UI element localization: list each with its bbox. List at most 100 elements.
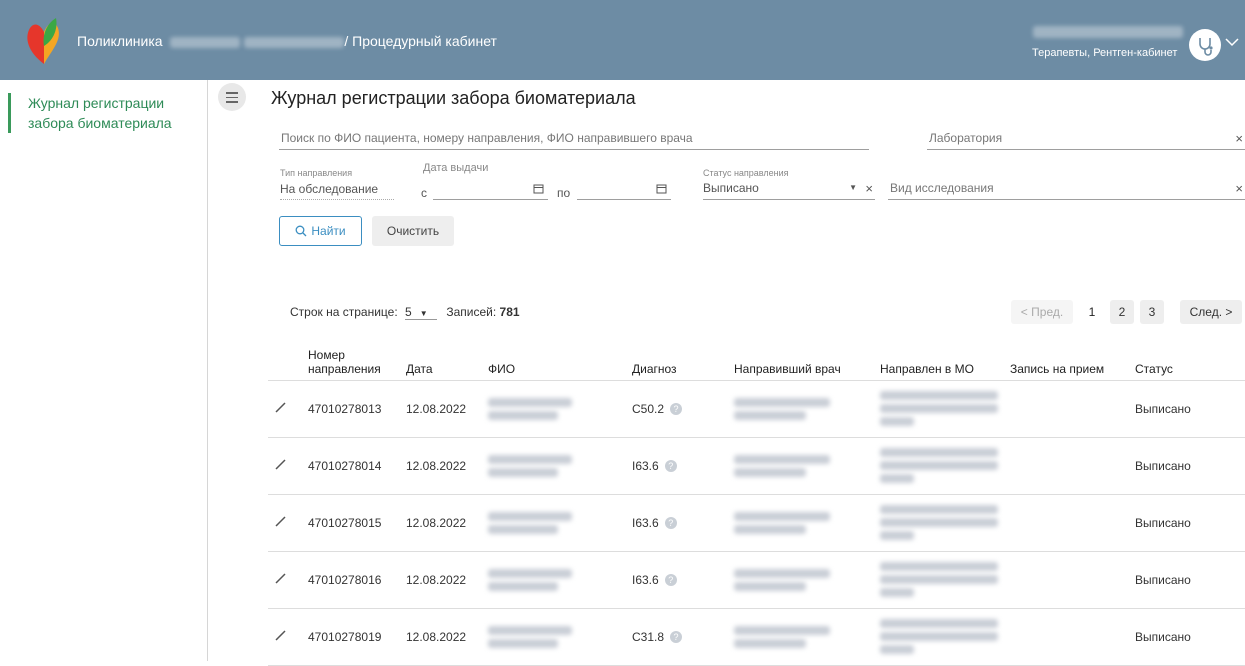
mo-cell-blurred — [874, 608, 1004, 666]
date-cell: 12.08.2022 — [400, 380, 482, 438]
pencil-icon[interactable] — [274, 628, 288, 642]
pencil-icon[interactable] — [274, 457, 288, 471]
status-select[interactable]: Выписано ▼ × — [703, 180, 875, 200]
help-icon[interactable]: ? — [670, 631, 683, 644]
date-to-label: по — [557, 186, 571, 200]
user-role: Терапевты, Рентген-кабинет — [1032, 47, 1178, 59]
status-cell: Выписано — [1129, 551, 1245, 609]
table-row[interactable]: 47010278016 12.08.2022 I63.6? Выписано — [268, 551, 1245, 609]
search-placeholder: Поиск по ФИО пациента, номеру направлени… — [281, 131, 693, 145]
rows-per-page-label: Строк на странице: — [290, 305, 398, 319]
column-appointment[interactable]: Запись на прием — [1004, 338, 1129, 381]
laboratory-field[interactable]: Лаборатория × — [927, 126, 1245, 150]
appointment-cell — [1004, 608, 1129, 666]
fio-cell-blurred — [482, 437, 626, 495]
direction-type-select[interactable]: На обследование — [280, 182, 394, 200]
help-icon[interactable]: ? — [670, 403, 683, 416]
column-status[interactable]: Статус — [1129, 338, 1245, 381]
pencil-icon[interactable] — [274, 400, 288, 414]
prev-page-button[interactable]: < Пред. — [1011, 300, 1073, 324]
appointment-cell — [1004, 494, 1129, 552]
edit-cell — [268, 551, 302, 609]
pencil-icon[interactable] — [274, 514, 288, 528]
column-date[interactable]: Дата — [400, 338, 482, 381]
appointment-cell — [1004, 551, 1129, 609]
fio-cell-blurred — [482, 551, 626, 609]
page-1-button[interactable]: 1 — [1080, 300, 1104, 324]
next-page-button[interactable]: След. > — [1180, 300, 1242, 324]
clear-status-icon[interactable]: × — [865, 181, 873, 196]
diagnosis-cell: I63.6? — [626, 551, 728, 609]
calendar-icon[interactable] — [533, 183, 544, 194]
edit-column-header — [268, 338, 302, 381]
column-number[interactable]: Номер направления — [302, 338, 400, 381]
column-doctor[interactable]: Направивший врач — [728, 338, 874, 381]
pencil-icon[interactable] — [274, 571, 288, 585]
table-row[interactable]: 47010278019 12.08.2022 C31.8? Выписано — [268, 608, 1245, 666]
direction-type-label: Тип направления — [280, 168, 353, 178]
sidebar-item-biomaterial-journal[interactable]: Журнал регистрации забора биоматериала — [8, 93, 198, 133]
diagnosis-code: C31.8 — [632, 629, 665, 644]
find-button-label: Найти — [311, 224, 346, 238]
column-fio[interactable]: ФИО — [482, 338, 626, 381]
header-title-prefix: Поликлиника — [77, 33, 163, 49]
number-cell: 47010278016 — [302, 551, 400, 609]
edit-cell — [268, 494, 302, 552]
status-cell: Выписано — [1129, 437, 1245, 495]
mo-cell-blurred — [874, 494, 1004, 552]
clear-button[interactable]: Очистить — [372, 216, 454, 246]
date-from-label: с — [421, 186, 427, 200]
rows-info: Строк на странице: 5 ▼ Записей: 781 — [290, 305, 520, 320]
menu-toggle-button[interactable] — [218, 83, 246, 111]
table-row[interactable]: 47010278014 12.08.2022 I63.6? Выписано — [268, 437, 1245, 495]
status-cell: Выписано — [1129, 380, 1245, 438]
doctor-cell-blurred — [728, 494, 874, 552]
date-from-input[interactable] — [433, 180, 548, 200]
app-logo — [27, 18, 59, 64]
records-count: 781 — [499, 305, 520, 319]
table-body: 47010278013 12.08.2022 C50.2? Выписано 47010… — [268, 380, 1245, 666]
diagnosis-cell: I63.6? — [626, 494, 728, 552]
find-button[interactable]: Найти — [279, 216, 362, 246]
study-type-field[interactable]: Вид исследования × — [888, 176, 1245, 200]
chevron-down-icon[interactable] — [1224, 34, 1240, 50]
dropdown-arrow-icon[interactable]: ▼ — [849, 183, 857, 192]
clear-laboratory-icon[interactable]: × — [1235, 131, 1243, 146]
appointment-cell — [1004, 380, 1129, 438]
calendar-icon[interactable] — [656, 183, 667, 194]
edit-cell — [268, 437, 302, 495]
rows-per-page-select[interactable]: 5 ▼ — [405, 305, 437, 320]
edit-cell — [268, 608, 302, 666]
status-value: Выписано — [703, 181, 759, 195]
clear-study-type-icon[interactable]: × — [1235, 181, 1243, 196]
help-icon[interactable]: ? — [664, 574, 677, 587]
date-to-input[interactable] — [577, 180, 671, 200]
study-type-placeholder: Вид исследования — [890, 181, 994, 195]
fio-cell-blurred — [482, 608, 626, 666]
date-cell: 12.08.2022 — [400, 437, 482, 495]
help-icon[interactable]: ? — [664, 517, 677, 530]
column-mo[interactable]: Направлен в МО — [874, 338, 1004, 381]
page-3-button[interactable]: 3 — [1140, 300, 1164, 324]
records-label: Записей: — [446, 305, 497, 319]
user-name-blurred — [1033, 26, 1183, 38]
doctor-cell-blurred — [728, 380, 874, 438]
search-input[interactable]: Поиск по ФИО пациента, номеру направлени… — [279, 126, 869, 150]
table-row[interactable]: 47010278013 12.08.2022 C50.2? Выписано — [268, 380, 1245, 438]
edit-cell — [268, 380, 302, 438]
doctor-cell-blurred — [728, 551, 874, 609]
app-header: Поликлиника / Процедурный кабинет Терапе… — [0, 0, 1245, 80]
doctor-cell-blurred — [728, 608, 874, 666]
table-row[interactable]: 47010278015 12.08.2022 I63.6? Выписано — [268, 494, 1245, 552]
help-icon[interactable]: ? — [664, 460, 677, 473]
status-cell: Выписано — [1129, 494, 1245, 552]
column-diagnosis[interactable]: Диагноз — [626, 338, 728, 381]
number-cell: 47010278015 — [302, 494, 400, 552]
diagnosis-cell: C31.8? — [626, 608, 728, 666]
stethoscope-icon[interactable] — [1189, 29, 1221, 61]
page-2-button[interactable]: 2 — [1110, 300, 1134, 324]
date-cell: 12.08.2022 — [400, 551, 482, 609]
directions-table: Номер направления Дата ФИО Диагноз Напра… — [268, 338, 1245, 666]
diagnosis-cell: I63.6? — [626, 437, 728, 495]
search-icon — [295, 225, 307, 237]
